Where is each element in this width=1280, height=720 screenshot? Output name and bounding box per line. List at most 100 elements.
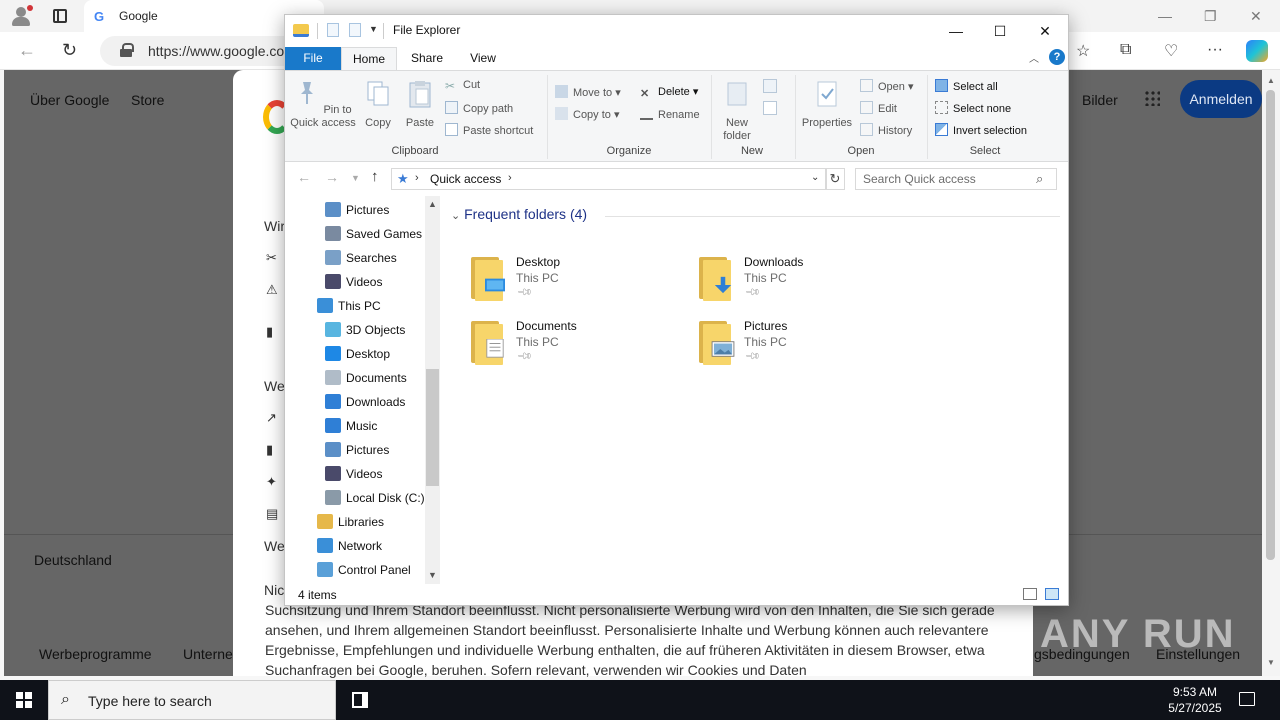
browser-reload-icon[interactable]: ↻ bbox=[62, 40, 77, 61]
explorer-back-icon[interactable]: ← bbox=[297, 169, 311, 185]
explorer-search-box[interactable]: ⌕ bbox=[855, 168, 1057, 190]
recent-locations-icon[interactable]: ▼ bbox=[351, 173, 360, 183]
clock-date: 5/27/2025 bbox=[1168, 701, 1222, 715]
videos-icon bbox=[325, 274, 341, 289]
select-none-icon bbox=[935, 101, 948, 114]
browser-restore-icon[interactable]: ❐ bbox=[1204, 8, 1217, 25]
tab-share[interactable]: Share bbox=[401, 47, 453, 70]
copy-button[interactable]: Copy bbox=[361, 79, 395, 130]
settings-more-icon[interactable]: ··· bbox=[1207, 41, 1223, 59]
explorer-address-box[interactable]: ★ › Quick access › ⌄ bbox=[391, 168, 827, 190]
store-link[interactable]: Store bbox=[131, 92, 164, 108]
collections-icon[interactable]: ⧉ bbox=[1120, 41, 1131, 59]
quick-access-star-icon: ★ bbox=[397, 171, 409, 186]
breadcrumb-quick-access[interactable]: Quick access bbox=[430, 172, 501, 186]
folder-tile-pictures[interactable]: Pictures This PC 📌︎ bbox=[699, 317, 919, 373]
paste-shortcut-button[interactable]: Paste shortcut bbox=[445, 123, 533, 137]
properties-button[interactable]: Properties bbox=[799, 79, 855, 130]
explorer-maximize-icon[interactable]: ☐ bbox=[977, 19, 1023, 43]
help-icon[interactable]: ? bbox=[1049, 49, 1065, 65]
images-link[interactable]: Bilder bbox=[1082, 92, 1118, 108]
up-one-level-icon[interactable]: ↑ bbox=[371, 168, 379, 185]
cut-button[interactable]: ✂ Cut bbox=[445, 79, 480, 93]
breadcrumb-chevron-icon[interactable]: › bbox=[415, 172, 419, 184]
browser-essentials-icon[interactable]: ♡ bbox=[1164, 41, 1178, 61]
open-icon bbox=[860, 79, 873, 92]
copilot-icon[interactable] bbox=[1246, 40, 1268, 62]
browser-minimize-icon[interactable]: — bbox=[1158, 8, 1172, 24]
footer-link-business[interactable]: Unterne bbox=[183, 646, 233, 662]
taskbar-clock[interactable]: 9:53 AM 5/27/2025 bbox=[1160, 684, 1230, 716]
ribbon-collapse-icon[interactable]: ︿ bbox=[1029, 50, 1039, 65]
pictures-badge-icon bbox=[711, 341, 735, 357]
new-item-icon[interactable] bbox=[763, 79, 777, 93]
move-to-button[interactable]: Move to ▾ bbox=[555, 85, 621, 99]
notifications-icon[interactable] bbox=[1239, 692, 1255, 706]
qat-new-folder-icon[interactable] bbox=[349, 23, 361, 37]
qat-customize-icon[interactable]: ▼ bbox=[369, 24, 378, 34]
invert-selection-button[interactable]: Invert selection bbox=[935, 123, 1027, 137]
select-all-button[interactable]: Select all bbox=[935, 79, 998, 93]
downloads-icon bbox=[325, 394, 341, 409]
edit-button[interactable]: Edit bbox=[860, 101, 897, 115]
large-icons-view-icon[interactable] bbox=[1045, 588, 1059, 600]
sign-in-button[interactable]: Anmelden bbox=[1180, 80, 1262, 118]
about-google-link[interactable]: Über Google bbox=[30, 92, 109, 108]
explorer-search-input[interactable] bbox=[856, 169, 1031, 189]
pin-quick-access-button[interactable]: Pin to Quick access bbox=[289, 79, 357, 130]
explorer-close-icon[interactable]: ✕ bbox=[1022, 19, 1068, 43]
navigation-pane: Pictures Saved Games Searches Videos This PC… bbox=[285, 196, 440, 584]
history-button[interactable]: History bbox=[860, 123, 912, 137]
favorites-icon[interactable]: ☆ bbox=[1076, 41, 1090, 61]
folder-tile-downloads[interactable]: Downloads This PC 📌︎ bbox=[699, 253, 919, 309]
nav-scrollbar[interactable]: ▲ ▼ bbox=[425, 196, 440, 584]
this-pc-icon bbox=[317, 298, 333, 313]
delete-button[interactable]: ✕ Delete ▾ bbox=[640, 85, 698, 100]
folder-name: Documents bbox=[516, 319, 577, 333]
address-dropdown-icon[interactable]: ⌄ bbox=[811, 172, 819, 183]
qat-properties-icon[interactable] bbox=[327, 23, 339, 37]
rename-button[interactable]: Rename bbox=[640, 107, 700, 121]
page-scrollbar[interactable]: ▲ ▼ bbox=[1262, 70, 1280, 676]
tab-view[interactable]: View bbox=[457, 47, 509, 70]
folder-tile-desktop[interactable]: Desktop This PC 📌︎ bbox=[471, 253, 691, 309]
browser-back-icon[interactable]: ← bbox=[18, 40, 36, 61]
task-view-icon[interactable] bbox=[352, 692, 368, 708]
profile-avatar[interactable] bbox=[9, 5, 33, 27]
nav-scroll-thumb[interactable] bbox=[426, 369, 439, 486]
browser-address-bar[interactable]: https://www.google.co bbox=[100, 36, 300, 66]
explorer-minimize-icon[interactable]: — bbox=[933, 19, 979, 43]
tab-actions-icon[interactable] bbox=[53, 9, 67, 23]
pinned-icon: 📌︎ bbox=[743, 284, 761, 301]
clock-time: 9:53 AM bbox=[1172, 685, 1218, 699]
open-button[interactable]: Open ▾ bbox=[860, 79, 914, 93]
google-apps-icon[interactable] bbox=[1144, 90, 1160, 106]
easy-access-icon[interactable] bbox=[763, 101, 777, 115]
browser-close-icon[interactable]: ✕ bbox=[1250, 8, 1262, 25]
copy-to-button[interactable]: Copy to ▾ bbox=[555, 107, 620, 121]
scroll-up-icon[interactable]: ▲ bbox=[1267, 76, 1275, 85]
footer-link-ads[interactable]: Werbeprogramme bbox=[39, 646, 152, 662]
pictures-icon bbox=[325, 442, 341, 457]
tab-file[interactable]: File bbox=[285, 47, 341, 70]
new-folder-button[interactable]: New folder bbox=[715, 79, 759, 143]
scroll-down-icon[interactable]: ▼ bbox=[1267, 658, 1275, 667]
tab-home[interactable]: Home bbox=[341, 47, 397, 70]
refresh-icon[interactable]: ↻ bbox=[825, 168, 845, 190]
folder-tile-documents[interactable]: Documents This PC 📌︎ bbox=[471, 317, 691, 373]
taskbar-search[interactable]: ⌕ Type here to search bbox=[48, 680, 336, 720]
select-none-button[interactable]: Select none bbox=[935, 101, 1011, 115]
explorer-forward-icon[interactable]: → bbox=[325, 169, 339, 185]
page-scroll-thumb[interactable] bbox=[1266, 90, 1275, 560]
nav-scroll-down-icon[interactable]: ▼ bbox=[428, 570, 437, 580]
frequent-folders-header[interactable]: ⌄ Frequent folders (4) bbox=[451, 206, 587, 222]
nav-scroll-up-icon[interactable]: ▲ bbox=[428, 199, 437, 209]
copy-path-button[interactable]: Copy path bbox=[445, 101, 513, 115]
folder-icon bbox=[471, 257, 505, 301]
details-view-icon[interactable] bbox=[1023, 588, 1037, 600]
new-folder-icon bbox=[727, 82, 747, 106]
windows-start-icon[interactable] bbox=[16, 692, 32, 708]
paste-button[interactable]: Paste bbox=[401, 79, 439, 130]
breadcrumb-chevron-icon[interactable]: › bbox=[508, 172, 512, 184]
nav-item-label: This PC bbox=[338, 299, 381, 313]
